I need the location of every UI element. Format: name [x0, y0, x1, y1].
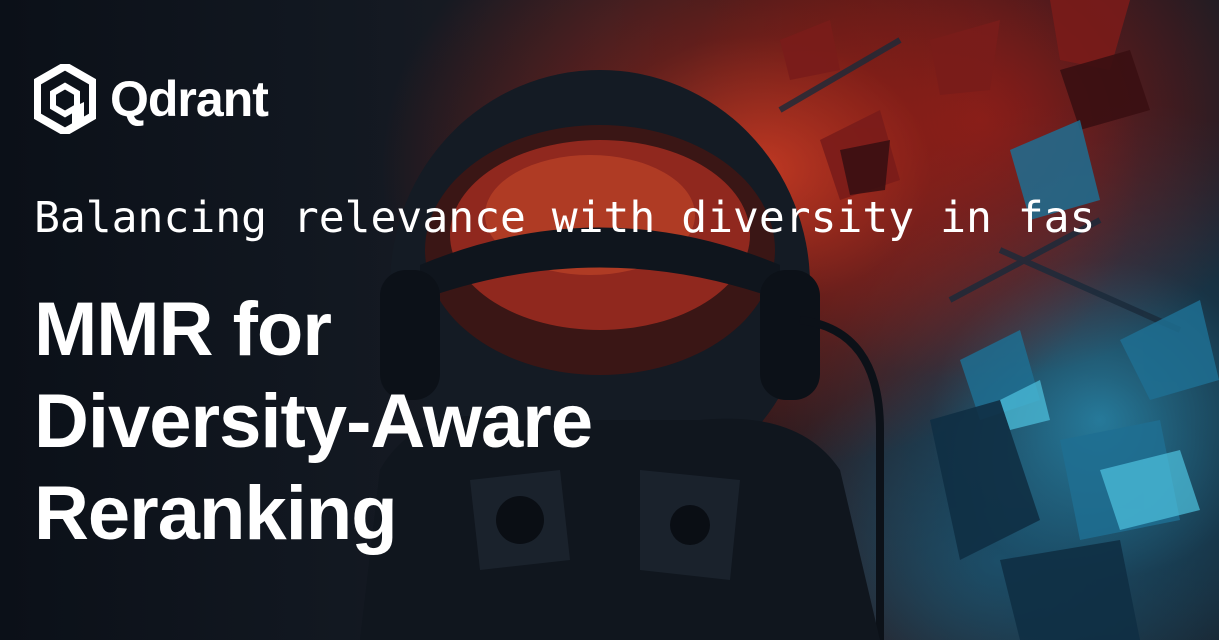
blog-banner: Qdrant Balancing relevance with diversit… [0, 0, 1219, 640]
article-subtitle: Balancing relevance with diversity in fa… [34, 193, 1096, 243]
article-title-line-3: Reranking [34, 471, 398, 556]
brand-name: Qdrant [110, 71, 269, 127]
article-title: MMR for Diversity-Aware Reranking [34, 284, 593, 560]
qdrant-hexagon-icon [34, 64, 96, 134]
qdrant-logo[interactable]: Qdrant [34, 64, 269, 134]
article-title-line-1: MMR for [34, 287, 332, 372]
article-title-line-2: Diversity-Aware [34, 379, 593, 464]
